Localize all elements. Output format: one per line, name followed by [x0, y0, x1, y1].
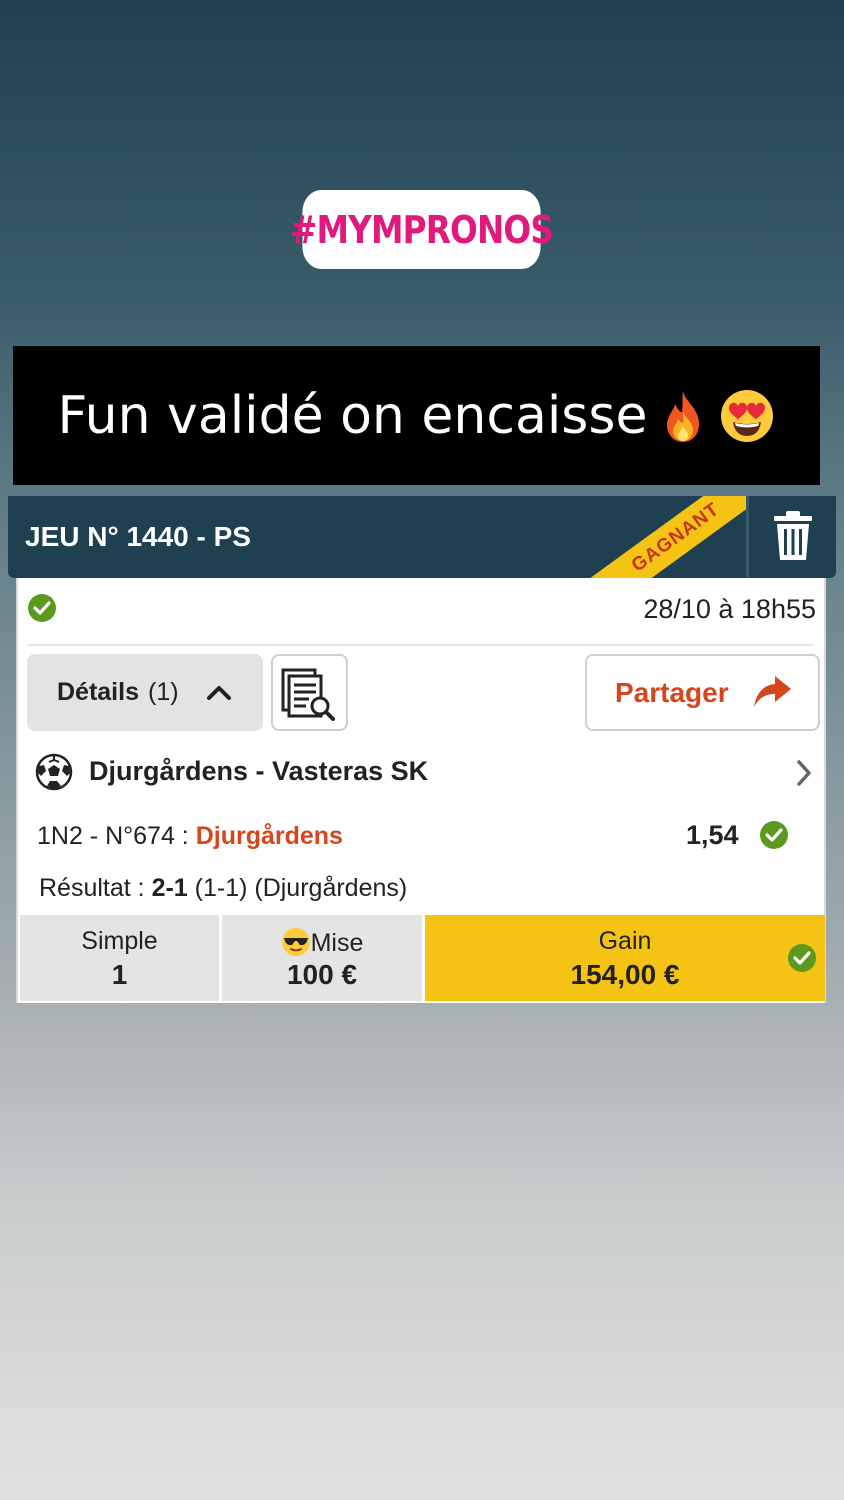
- heart-eyes-emoji-icon: [721, 389, 774, 442]
- pick-label: 1N2 - N°674 : Djurgårdens: [37, 822, 343, 851]
- match-name: Djurgårdens - Vasteras SK: [89, 756, 429, 786]
- gain-label: Gain: [598, 927, 652, 955]
- story-background-bottom: [0, 1004, 844, 1500]
- document-search-icon: [281, 668, 335, 721]
- result-row: Résultat : 2-1 (1-1) (Djurgårdens): [39, 874, 407, 903]
- bet-type-value: 1: [111, 959, 128, 990]
- document-search-button[interactable]: [271, 654, 348, 731]
- soccer-ball-icon: [35, 753, 73, 791]
- stake-label: Mise: [310, 929, 364, 957]
- stake-label-wrap: Mise: [222, 927, 422, 958]
- sunglasses-emoji-icon: [281, 928, 310, 956]
- caption: Fun validé on encaisse: [58, 386, 776, 446]
- chevron-right-icon: [797, 760, 811, 786]
- success-check-icon: [28, 594, 56, 622]
- details-label: Détails: [57, 678, 139, 706]
- bet-title: JEU N° 1440 - PS: [25, 521, 251, 552]
- divider: [28, 644, 814, 646]
- share-arrow-icon: [754, 676, 791, 707]
- share-label: Partager: [615, 677, 729, 708]
- winner-ribbon-label: GAGNANT: [576, 496, 748, 578]
- bet-type-label: Simple: [81, 927, 158, 955]
- share-button[interactable]: Partager: [585, 654, 820, 731]
- caption-text: Fun validé on encaisse: [57, 385, 648, 446]
- pick-team: Djurgårdens: [195, 822, 343, 850]
- header-divider: [746, 496, 749, 578]
- success-check-icon: [788, 944, 816, 972]
- caption-bar: Fun validé on encaisse: [13, 346, 820, 485]
- chevron-up-icon: [207, 686, 231, 700]
- gain-value: 154,00 €: [570, 959, 680, 990]
- bet-card: 28/10 à 18h55 Détails (1) Partager Djurg…: [16, 578, 826, 1003]
- result-score: 2-1: [151, 874, 188, 902]
- pick-row: 1N2 - N°674 : Djurgårdens 1,54: [18, 818, 824, 858]
- bet-type-cell: Simple 1: [20, 915, 219, 1001]
- odd-value: 1,54: [686, 820, 739, 850]
- result-label: Résultat :: [39, 874, 152, 902]
- bet-summary-bar: Simple 1 Mise 100 € Gain 154,00 €: [18, 915, 825, 1001]
- pick-market: 1N2 - N°674 :: [37, 822, 196, 850]
- hashtag-sticker[interactable]: #MYMPRONOS: [290, 190, 554, 269]
- winner-ribbon: GAGNANT: [548, 496, 748, 578]
- stake-value: 100 €: [286, 959, 358, 990]
- stake-cell: Mise 100 €: [222, 915, 422, 1001]
- gain-cell: Gain 154,00 €: [425, 915, 825, 1001]
- success-check-icon: [760, 821, 788, 849]
- bet-date: 28/10 à 18h55: [643, 594, 816, 624]
- match-row[interactable]: Djurgårdens - Vasteras SK: [18, 750, 824, 794]
- details-toggle-button[interactable]: Détails (1): [27, 654, 263, 731]
- fire-emoji-icon: [667, 390, 700, 442]
- result-detail: (1-1) (Djurgårdens): [187, 874, 408, 902]
- details-count: (1): [148, 678, 179, 706]
- trash-icon[interactable]: [770, 510, 816, 562]
- bet-header: JEU N° 1440 - PS GAGNANT: [8, 496, 836, 578]
